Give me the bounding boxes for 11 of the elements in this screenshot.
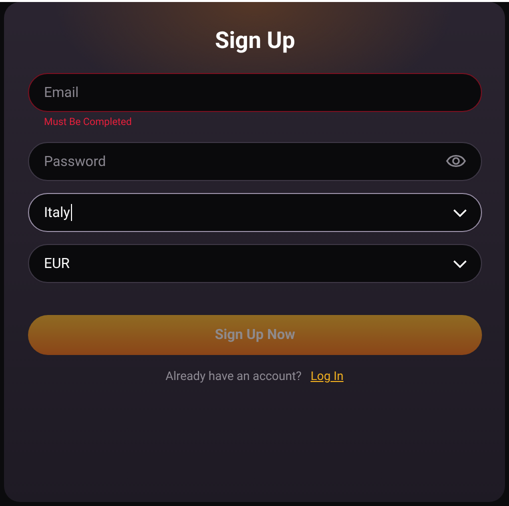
form-title: Sign Up xyxy=(214,28,296,54)
password-field[interactable]: Password xyxy=(28,142,482,181)
select-field[interactable]: EUR xyxy=(28,244,482,283)
eye-icon[interactable] xyxy=(446,154,466,168)
chevron-down-icon xyxy=(453,208,467,216)
login-prompt: Already have an account? xyxy=(166,369,302,383)
chevron-down-icon xyxy=(453,260,467,268)
error-message: Must Be Completed xyxy=(44,117,132,128)
email-field[interactable]: Email xyxy=(28,73,482,112)
select-field[interactable]: Italy xyxy=(28,193,482,232)
login-link[interactable]: Log In xyxy=(310,369,344,383)
